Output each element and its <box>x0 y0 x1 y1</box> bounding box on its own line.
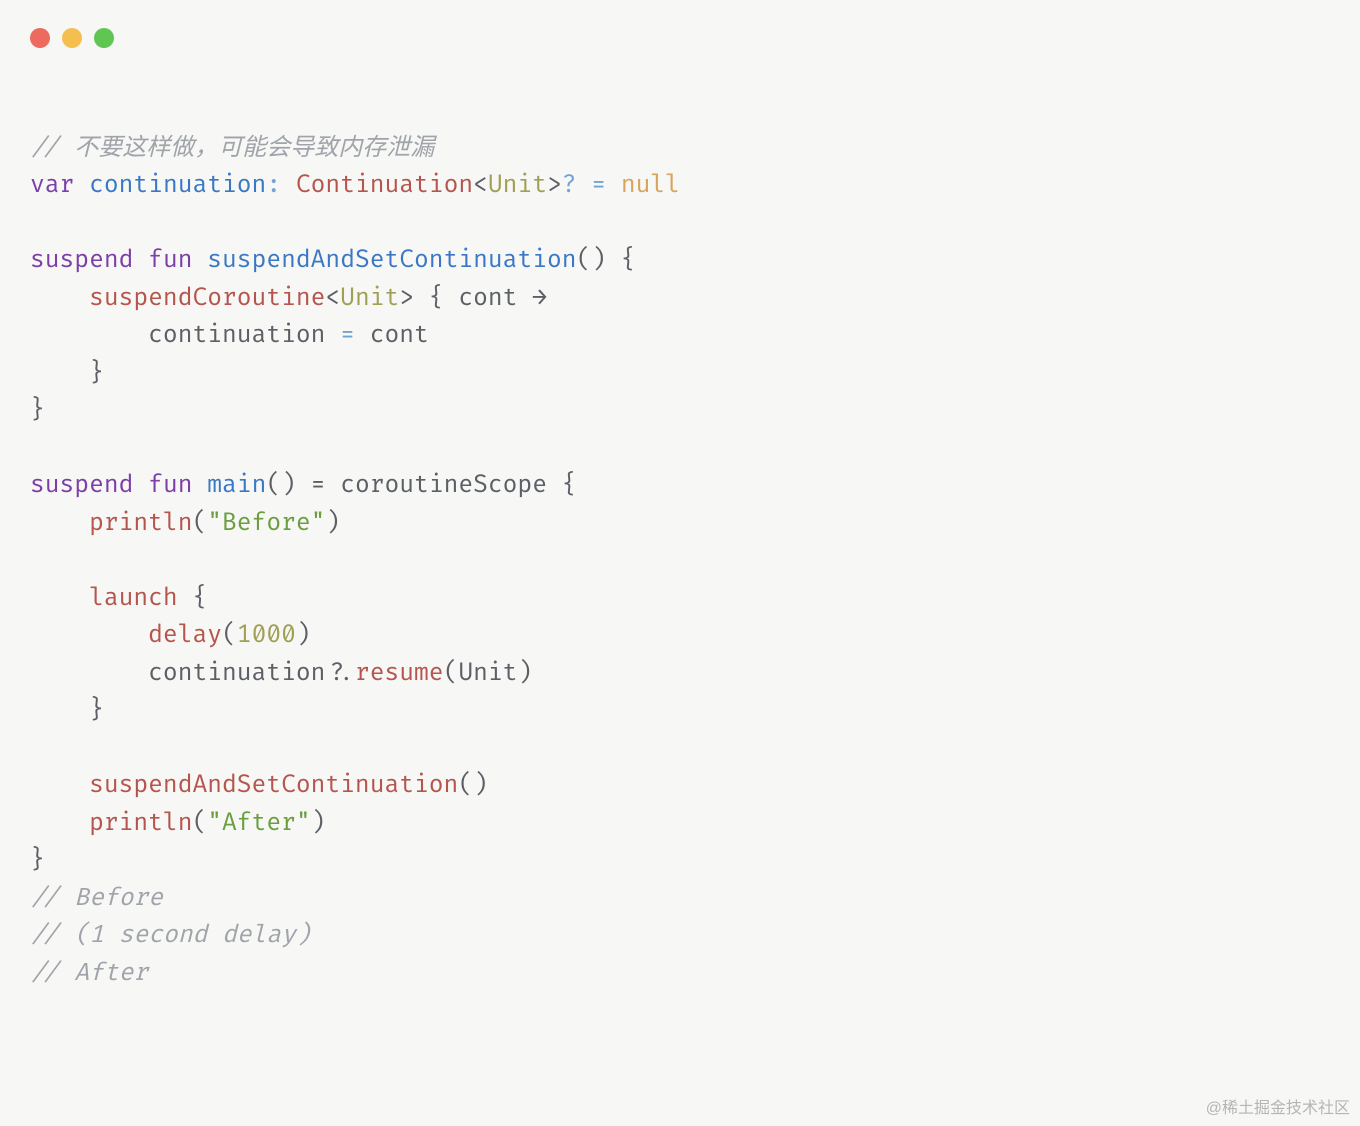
zoom-icon[interactable] <box>94 28 114 48</box>
call-resume: resume <box>355 659 444 688</box>
call-suspend-and-set: suspendAndSetContinuation <box>89 771 458 800</box>
type-continuation: Continuation <box>296 171 473 200</box>
call-coroutinescope: coroutineScope <box>340 471 547 500</box>
watermark: @稀土掘金技术社区 <box>1206 1094 1350 1118</box>
arrow-icon: → <box>532 284 547 313</box>
kw-var: var <box>30 171 74 200</box>
call-delay: delay <box>148 621 222 650</box>
close-icon[interactable] <box>30 28 50 48</box>
ident-continuation: continuation <box>89 171 266 200</box>
fn-main: main <box>207 471 266 500</box>
kw-suspend: suspend <box>30 246 133 275</box>
kw-fun: fun <box>148 246 192 275</box>
code-comment: // 不要这样做，可能会导致内存泄漏 <box>30 134 434 163</box>
output-comment: // Before <box>30 884 163 913</box>
window-controls <box>30 28 114 48</box>
string-literal: "Before" <box>207 509 325 538</box>
call-println: println <box>89 509 192 538</box>
output-comment: // (1 second delay) <box>30 921 311 950</box>
param-cont: cont <box>458 284 517 313</box>
call-suspendcoroutine: suspendCoroutine <box>89 284 325 313</box>
fn-suspend-and-set: suspendAndSetContinuation <box>207 246 576 275</box>
output-comment: // After <box>30 959 148 988</box>
number-literal: 1000 <box>237 621 296 650</box>
minimize-icon[interactable] <box>62 28 82 48</box>
code-block: // 不要这样做，可能会导致内存泄漏 var continuation: Con… <box>30 92 680 992</box>
call-launch: launch <box>89 584 178 613</box>
null-literal: null <box>621 171 680 200</box>
